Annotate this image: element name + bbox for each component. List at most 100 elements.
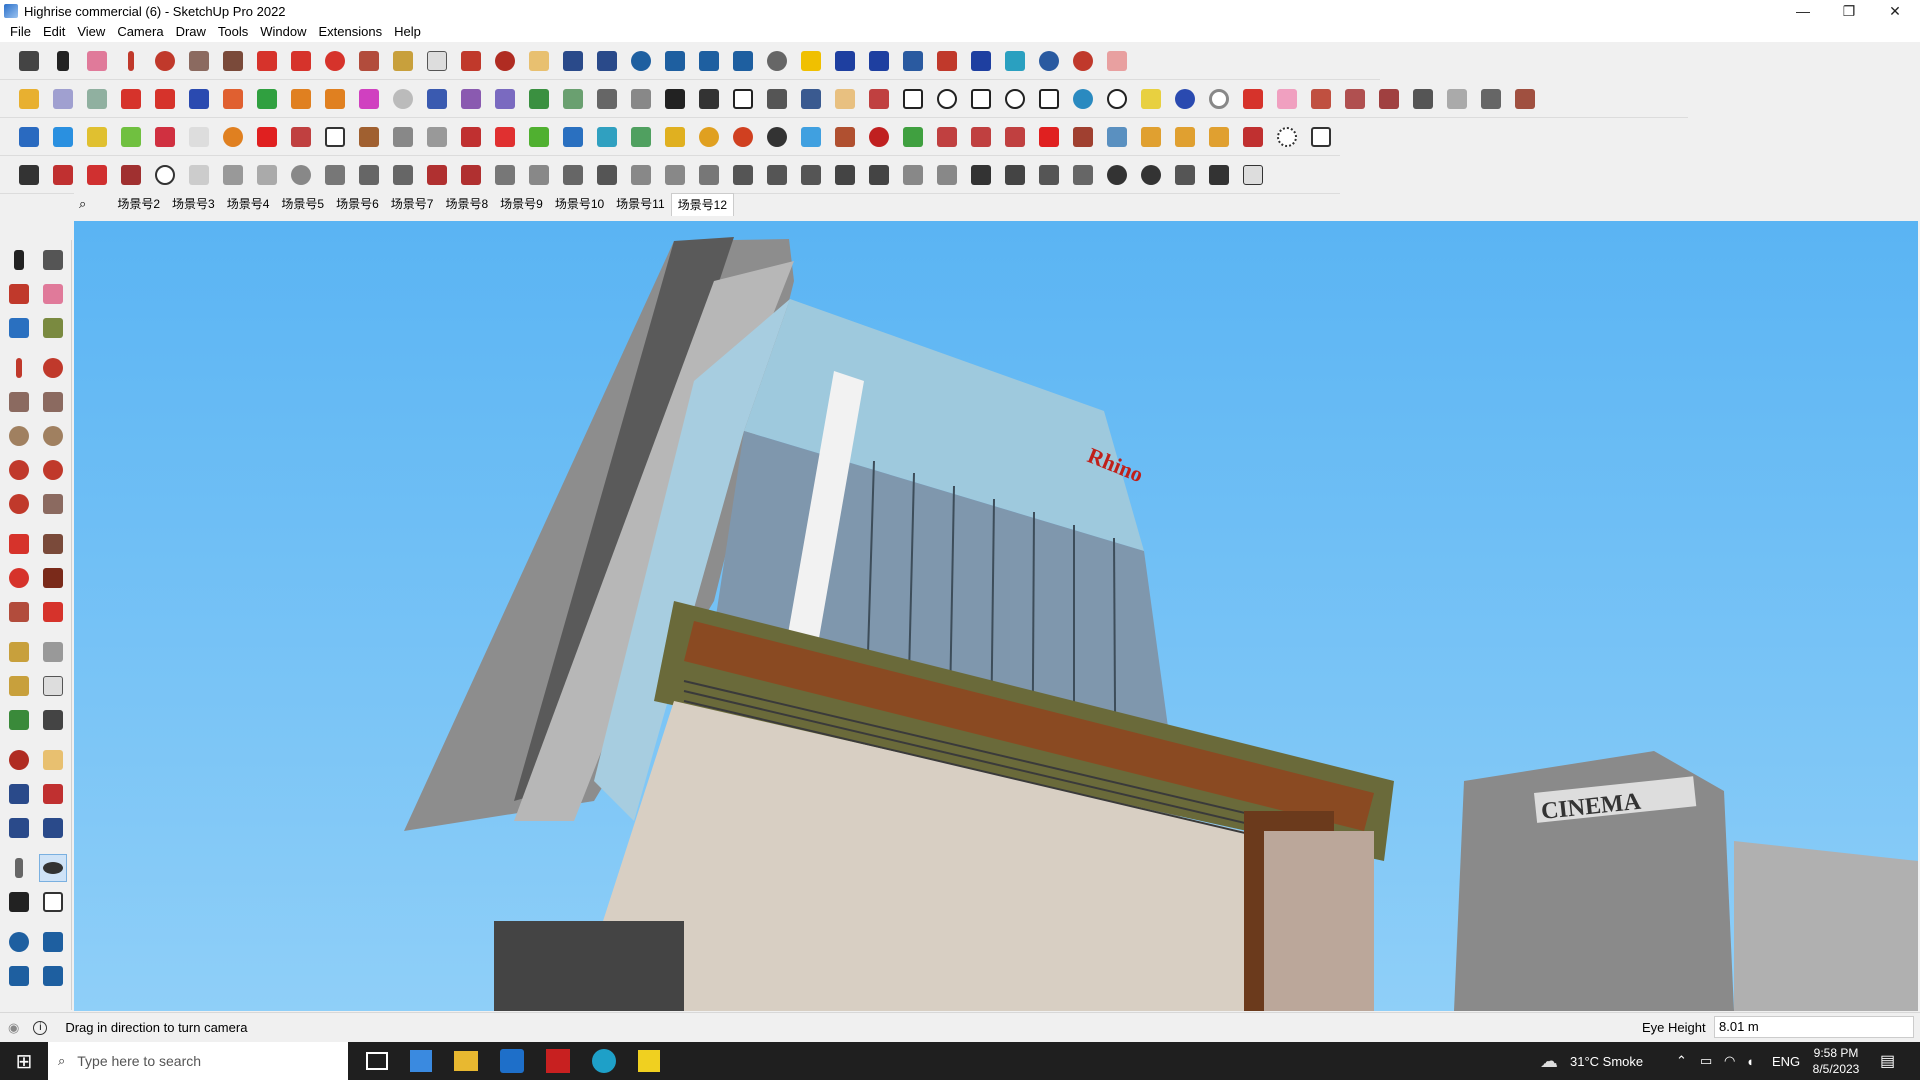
arrow-x-icon[interactable] [320, 83, 350, 115]
bezier-icon[interactable] [1068, 83, 1098, 115]
freehand-tool-icon[interactable] [39, 354, 67, 382]
rectangle-icon[interactable] [184, 45, 214, 77]
sandbox-icon[interactable] [830, 83, 860, 115]
polygon-shape-icon[interactable] [966, 83, 996, 115]
shell-2-icon[interactable] [1136, 159, 1166, 191]
up-down-arrows-icon[interactable] [898, 45, 928, 77]
volume-icon[interactable]: ◖ [1746, 1054, 1754, 1069]
arrow-z-icon[interactable] [150, 83, 180, 115]
follow-me-tool-icon[interactable] [39, 564, 67, 592]
hatch-icon[interactable] [864, 159, 894, 191]
stripes-icon[interactable] [286, 121, 316, 153]
rotate-tool-icon[interactable] [5, 564, 33, 592]
lasso-red-icon[interactable] [728, 121, 758, 153]
tile-white-icon[interactable] [184, 121, 214, 153]
arrow-r-icon[interactable] [218, 83, 248, 115]
terrain-stamp-icon[interactable] [558, 83, 588, 115]
truss-2-icon[interactable] [762, 159, 792, 191]
tag-tool-icon[interactable] [39, 314, 67, 342]
gem-icon[interactable] [1034, 121, 1064, 153]
make-component-icon[interactable] [39, 246, 67, 274]
mesh-2-icon[interactable] [1000, 159, 1030, 191]
three-point-arc-icon[interactable] [5, 490, 33, 518]
square-shape-icon[interactable] [898, 83, 928, 115]
mesh-icon[interactable] [966, 159, 996, 191]
cross-blue-icon[interactable] [558, 121, 588, 153]
component-grid-icon[interactable] [1306, 121, 1336, 153]
lasso-icon[interactable] [694, 121, 724, 153]
sticky-notes-icon[interactable] [638, 1050, 660, 1072]
section-plane-icon[interactable] [796, 45, 826, 77]
line-cut-icon[interactable] [422, 159, 452, 191]
strip-icon[interactable] [694, 159, 724, 191]
position-camera-icon[interactable] [5, 854, 33, 882]
extrude-icon[interactable] [320, 159, 350, 191]
loft-icon[interactable] [252, 159, 282, 191]
move-tool-icon[interactable] [5, 530, 33, 558]
panel-icon[interactable] [626, 159, 656, 191]
tree-icon[interactable] [898, 121, 928, 153]
scene-tab-2[interactable]: 场景号2 [111, 193, 166, 215]
crate-icon[interactable] [830, 121, 860, 153]
edge-browser-icon[interactable] [592, 1049, 616, 1073]
line-red-icon[interactable] [1238, 83, 1268, 115]
scene-search-icon[interactable]: ⌕ [74, 196, 91, 212]
arrow-n-icon[interactable] [286, 83, 316, 115]
knife-icon[interactable] [864, 83, 894, 115]
curve-icon[interactable] [388, 83, 418, 115]
sketchup-taskbar-icon[interactable] [500, 1049, 524, 1073]
extension-warehouse-icon[interactable] [660, 45, 690, 77]
cone-icon[interactable] [592, 121, 622, 153]
arc-icon[interactable] [150, 45, 180, 77]
maximize-button[interactable]: ❐ [1826, 0, 1872, 22]
eraser-pink-icon[interactable] [1272, 83, 1302, 115]
cone-green-icon[interactable] [626, 121, 656, 153]
fold-icon[interactable] [660, 159, 690, 191]
scene-tab-10[interactable]: 场景号10 [549, 193, 610, 215]
battery-icon[interactable]: ▭ [1700, 1053, 1712, 1069]
look-around-icon[interactable] [39, 854, 67, 882]
rotated-rectangle-icon[interactable] [39, 388, 67, 416]
drape-icon[interactable] [1510, 83, 1540, 115]
previous-view-icon[interactable] [39, 814, 67, 842]
menu-edit[interactable]: Edit [37, 22, 71, 42]
notifications-icon[interactable]: ▤ [1880, 1051, 1895, 1071]
box-icon[interactable] [762, 83, 792, 115]
shell-icon[interactable] [1102, 159, 1132, 191]
zoom-icon[interactable] [14, 45, 44, 77]
scene-tab-4[interactable]: 场景号4 [221, 193, 276, 215]
red-box-icon[interactable] [252, 121, 282, 153]
tile-lightblue-icon[interactable] [48, 121, 78, 153]
menu-draw[interactable]: Draw [170, 22, 212, 42]
house-icon[interactable] [660, 83, 690, 115]
arrow-blue-icon[interactable] [184, 83, 214, 115]
arrow-v-icon[interactable] [252, 83, 282, 115]
tape-measure-tool-icon[interactable] [5, 638, 33, 666]
dimension-tool-icon[interactable] [39, 638, 67, 666]
paint-bucket-tool-icon[interactable] [5, 280, 33, 308]
scene-tab-6[interactable]: 场景号6 [330, 193, 385, 215]
menu-camera[interactable]: Camera [111, 22, 169, 42]
orange-loop-icon[interactable] [218, 121, 248, 153]
grab-icon[interactable] [1442, 83, 1472, 115]
model-viewport[interactable]: Rhino CINEMA [74, 221, 1918, 1011]
weather-text[interactable]: 31°C Smoke [1570, 1054, 1643, 1069]
chamfer-icon[interactable] [388, 159, 418, 191]
tile-green-icon[interactable] [116, 121, 146, 153]
wifi-icon[interactable]: ◠ [1724, 1053, 1735, 1069]
iso-view-icon[interactable] [14, 83, 44, 115]
cube-view-icon[interactable] [1000, 45, 1030, 77]
grid-orange-3-icon[interactable] [1204, 121, 1234, 153]
grate-icon[interactable] [830, 159, 860, 191]
red-arrows-icon[interactable] [932, 45, 962, 77]
show-hidden-icons[interactable]: ⌃ [1676, 1053, 1687, 1069]
section-plane-tool-icon[interactable] [39, 888, 67, 916]
menu-view[interactable]: View [71, 22, 111, 42]
two-point-arc-icon[interactable] [39, 456, 67, 484]
shape-bend-icon[interactable] [1306, 83, 1336, 115]
rectangle-tool-icon[interactable] [5, 388, 33, 416]
stair-icon[interactable] [490, 159, 520, 191]
ramp-icon[interactable] [1170, 159, 1200, 191]
push-pull-tool-icon[interactable] [39, 530, 67, 558]
scene-tab-8[interactable]: 场景号8 [439, 193, 494, 215]
